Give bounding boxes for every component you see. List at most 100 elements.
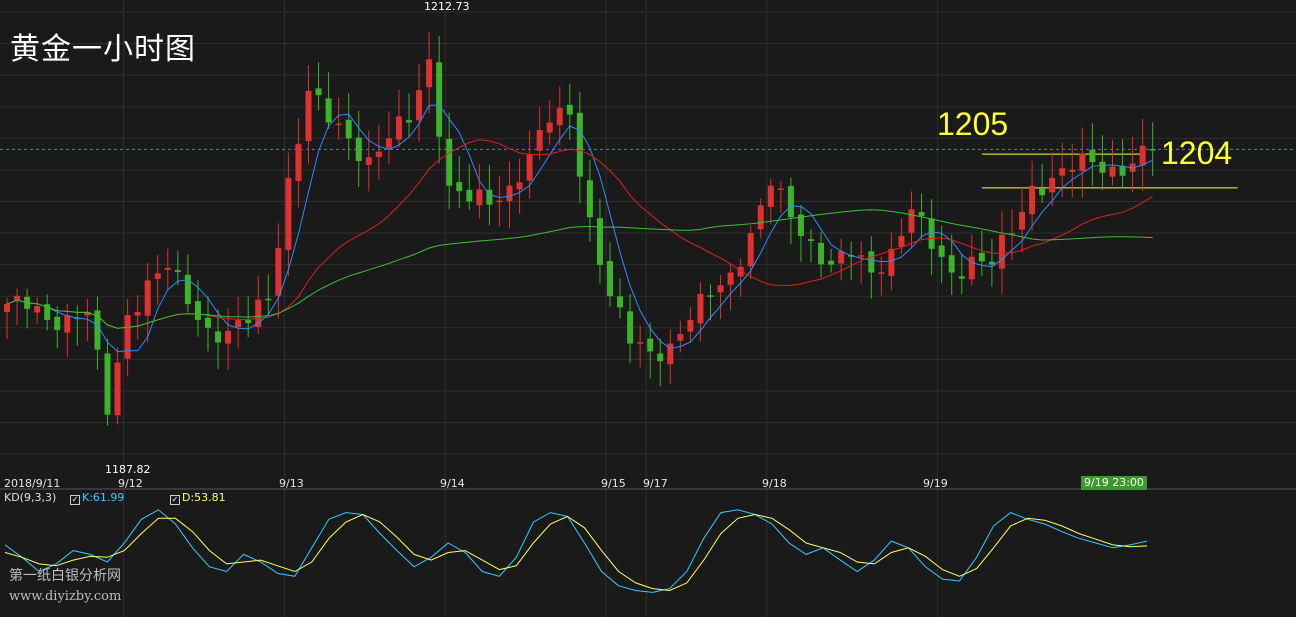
candle-body [144,280,151,316]
candle-body [245,319,252,324]
candle-body [416,90,423,121]
candle-body [516,182,523,190]
x-tick-label: 9/13 [279,477,304,490]
candle-body [4,304,10,312]
candle-body [978,252,985,262]
candle-body [54,316,61,330]
d-checkbox-icon[interactable]: ✓ [170,495,180,505]
chart-canvas [0,0,1296,617]
candle-body [375,151,382,157]
candle-body [194,301,201,320]
candle-body [1099,161,1106,173]
candle-body [677,334,684,341]
x-tick-label: 9/18 [762,477,787,490]
candle-body [586,180,593,218]
candle-body [1019,211,1026,230]
candle-body [1049,177,1056,193]
candle-body [285,177,292,250]
candle-body [205,317,211,328]
candle-body [395,116,402,140]
candle-body [576,112,583,177]
candle-body [566,104,573,115]
k-checkbox-icon[interactable]: ✓ [70,495,80,505]
candle-body [878,272,885,274]
candle-body [607,260,613,297]
candle-body [888,248,895,277]
candle-body [406,119,412,123]
candle-body [838,251,845,264]
candle-body [355,137,362,161]
candle-body [1079,153,1086,172]
watermark-name: 第一纸白银分析网 [9,568,121,584]
candle-body [215,331,222,343]
candle-body [114,362,121,416]
d-value[interactable]: ✓ D:53.81 [170,491,226,505]
candle-body [526,154,533,181]
k-value[interactable]: ✓ K:61.99 [70,491,124,505]
candle-body [1149,149,1156,151]
candle-body [536,130,543,151]
candle-body [707,295,714,297]
candle-body [325,98,332,123]
kd-indicator [4,509,1148,593]
candle-body [868,251,875,273]
candle-body [446,138,453,186]
x-tick-label: 9/12 [118,477,143,490]
candle-body [918,212,925,216]
x-tick-label: 9/19 [923,477,948,490]
candle-body [767,185,774,207]
candle-body [345,119,352,139]
ma-slow-line [6,209,1153,329]
candle-body [617,296,624,308]
high-annotation: 1212.73 [424,0,470,13]
candle-body [496,200,503,203]
candle-body [225,330,232,344]
candle-body [1119,165,1126,176]
candle-body [385,138,392,148]
candle-body [828,260,835,265]
candle-body [948,255,955,273]
candle-body [546,122,553,133]
candle-body [647,338,654,352]
cursor-time-label[interactable]: 9/19 23:00 [1081,476,1147,490]
k-label: K:61.99 [82,491,125,504]
candle-body [727,272,734,285]
candle-body [808,239,814,241]
candle-body [295,143,302,182]
candle-body [556,108,563,126]
candle-body [818,242,825,265]
x-tick-label: 9/17 [643,477,668,490]
candle-body [1139,145,1146,166]
candle-body [747,233,754,267]
candle-body [958,276,965,279]
watermark-url: www.diyizby.com [9,589,122,604]
candle-body [124,315,131,359]
candle-body [456,182,463,192]
x-tick-label: 9/15 [601,477,626,490]
candle-body [697,293,704,324]
candle-body [164,267,171,270]
x-tick-label: 9/14 [440,477,465,490]
candle-body [908,209,915,233]
candle-body [64,315,71,333]
level-label-lower: 1204 [1161,135,1233,171]
candle-body [1069,169,1076,172]
candle-body [104,353,111,415]
candle-body [858,255,865,257]
candle-body [717,285,724,293]
candle-body [426,59,433,88]
candle-body [235,320,242,328]
candle-body [335,123,342,126]
candle-body [757,205,764,230]
candle-body [365,157,372,165]
candle-body [1059,168,1066,176]
candle-body [1109,166,1116,177]
candle-body [787,185,794,218]
candle-body [154,273,161,280]
indicator-name: KD(9,3,3) [4,491,57,504]
candle-body [466,189,473,202]
candle-body [596,218,603,265]
grid [0,0,1296,617]
candle-body [1089,149,1096,162]
candle-body [968,256,975,280]
